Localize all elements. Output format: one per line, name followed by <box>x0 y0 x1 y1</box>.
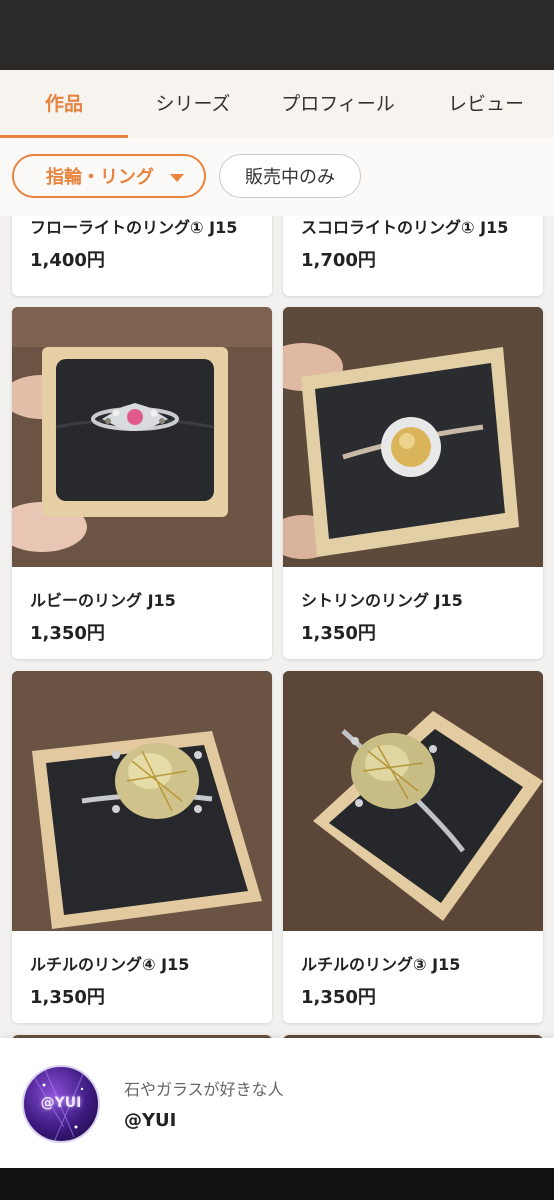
tab-series[interactable]: シリーズ <box>128 70 258 138</box>
onsale-filter-label: 販売中のみ <box>245 167 335 188</box>
product-card[interactable]: シトリンのリング J15 1,350円 <box>283 307 543 659</box>
category-filter-label: 指輪・リング <box>46 167 154 188</box>
onsale-filter-chip[interactable]: 販売中のみ <box>219 154 361 198</box>
product-card[interactable]: スコロライトのリング① J15 1,700円 <box>283 216 543 296</box>
product-card[interactable]: ルチルのリング④ J15 1,350円 <box>12 671 272 1023</box>
product-title: ルチルのリング④ J15 <box>30 955 190 974</box>
product-price: 1,400円 <box>30 250 105 271</box>
tab-reviews[interactable]: レビュー <box>418 70 554 138</box>
product-title: ルビーのリング J15 <box>30 591 176 610</box>
product-price: 1,350円 <box>30 623 105 644</box>
product-card[interactable]: ルチルのリング③ J15 1,350円 <box>283 671 543 1023</box>
filter-row: 指輪・リング 販売中のみ <box>0 138 554 216</box>
product-grid: フローライトのリング① J15 1,400円 スコロライトのリング① J15 1… <box>0 216 554 1038</box>
product-price: 1,350円 <box>301 623 376 644</box>
creator-description: 石やガラスが好きな人 <box>124 1080 284 1099</box>
product-photo[interactable] <box>12 307 272 567</box>
product-title: スコロライトのリング① J15 <box>301 218 509 237</box>
product-photo[interactable] <box>283 307 543 567</box>
product-price: 1,350円 <box>301 987 376 1008</box>
avatar-text: @YUI <box>40 1095 82 1111</box>
product-title: フローライトのリング① J15 <box>30 218 238 237</box>
product-price: 1,700円 <box>301 250 376 271</box>
product-title: ルチルのリング③ J15 <box>301 955 461 974</box>
tab-works[interactable]: 作品 <box>0 70 128 138</box>
status-bar <box>0 0 554 70</box>
creator-handle[interactable]: @YUI <box>124 1110 176 1131</box>
product-photo[interactable] <box>283 671 543 931</box>
avatar[interactable]: @YUI <box>22 1065 100 1143</box>
caret-down-icon <box>170 174 184 182</box>
tab-profile[interactable]: プロフィール <box>258 70 418 138</box>
creator-profile-bar[interactable]: @YUI 石やガラスが好きな人 @YUI <box>0 1038 554 1168</box>
product-card[interactable]: ルビーのリング J15 1,350円 <box>12 307 272 659</box>
tab-bar: 作品 シリーズ プロフィール レビュー <box>0 70 554 139</box>
system-nav-bar <box>0 1168 554 1200</box>
product-title: シトリンのリング J15 <box>301 591 463 610</box>
product-photo[interactable] <box>12 671 272 931</box>
product-price: 1,350円 <box>30 987 105 1008</box>
product-card[interactable]: フローライトのリング① J15 1,400円 <box>12 216 272 296</box>
category-filter-dropdown[interactable]: 指輪・リング <box>12 154 206 198</box>
